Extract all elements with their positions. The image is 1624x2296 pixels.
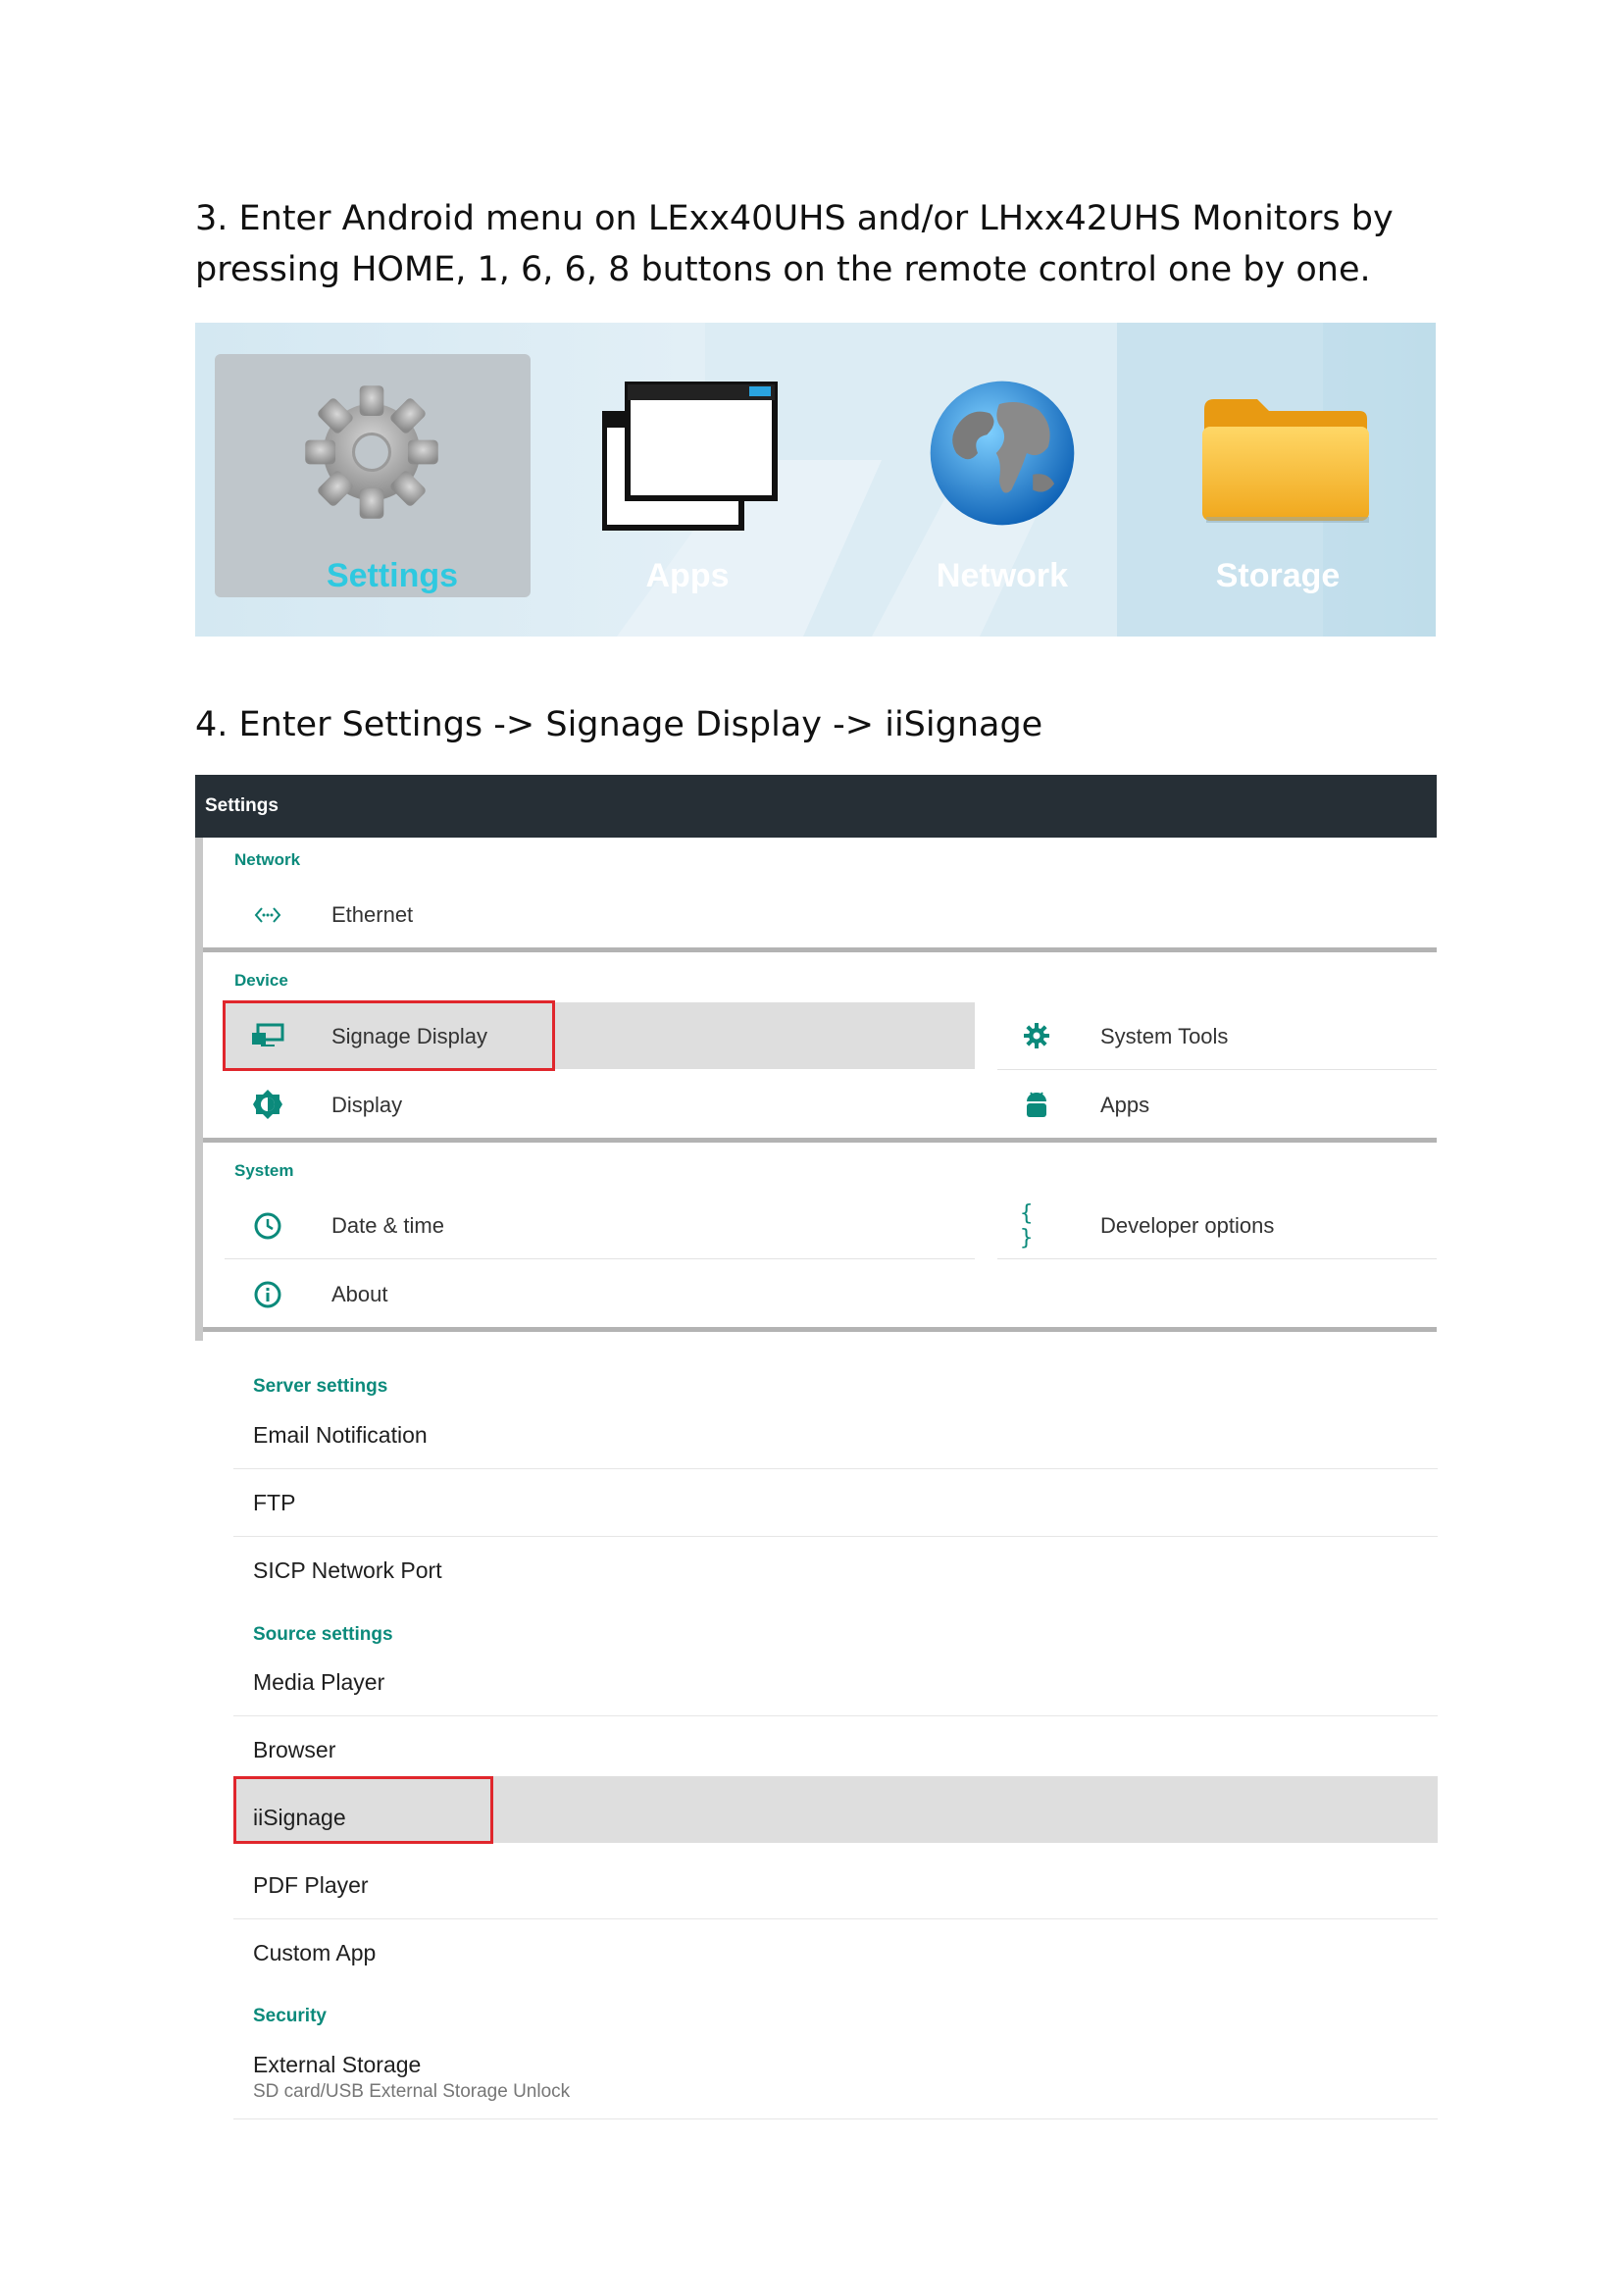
list-item-pdf-player[interactable]: PDF Player [253,1872,369,1899]
settings-item-about[interactable]: About [331,1282,388,1307]
tile-label-network: Network [936,557,1069,594]
braces-icon: { } [1020,1201,1034,1250]
settings-title: Settings [205,795,279,816]
android-icon [1020,1088,1053,1121]
settings-item-apps[interactable]: Apps [1100,1093,1149,1118]
tile-label-storage: Storage [1215,557,1341,594]
launcher-tile-settings[interactable]: Settings [195,323,531,637]
list-divider [233,1536,1438,1537]
list-item-media-player[interactable]: Media Player [253,1669,384,1696]
list-item-ftp[interactable]: FTP [253,1490,295,1516]
windows-icon [602,382,778,531]
row-divider [997,1069,1437,1070]
list-header-source-settings: Source settings [253,1624,393,1645]
ethernet-icon [251,898,284,932]
settings-item-developer-options[interactable]: Developer options [1100,1213,1274,1239]
list-header-security: Security [253,2006,327,2026]
section-shadow [203,947,1437,952]
highlight-box-signage-display [223,1000,555,1071]
launcher-tile-network[interactable]: Network [844,323,1160,637]
list-divider [233,1715,1438,1716]
clock-icon [251,1209,284,1243]
settings-item-system-tools[interactable]: System Tools [1100,1024,1228,1049]
launcher-tile-storage[interactable]: Storage [1120,323,1436,637]
step4-text: 4. Enter Settings -> Signage Display -> … [195,705,1043,744]
globe-icon [930,381,1075,526]
section-header-network: Network [234,850,301,869]
list-item-browser[interactable]: Browser [253,1737,335,1763]
step3-line1: 3. Enter Android menu on LExx40UHS and/o… [195,199,1394,238]
settings-item-date-time[interactable]: Date & time [331,1213,444,1239]
section-header-system: System [234,1161,294,1180]
highlight-box-iisignage [233,1776,493,1844]
section-shadow [203,1138,1437,1143]
launcher-tile-apps[interactable]: Apps [530,323,845,637]
list-item-custom-app[interactable]: Custom App [253,1940,376,1966]
row-divider [225,1258,975,1259]
list-header-server-settings: Server settings [253,1376,388,1397]
settings-item-display[interactable]: Display [331,1093,402,1118]
step3-line2: pressing HOME, 1, 6, 6, 8 buttons on the… [195,250,1371,289]
system-tools-gear-icon [1020,1019,1053,1052]
settings-screen: Settings Network Ethernet Device Signage… [195,775,1437,1341]
list-item-sicp-network-port[interactable]: SICP Network Port [253,1557,442,1584]
gear-icon [305,385,438,519]
list-divider [233,2118,1438,2119]
list-item-external-storage[interactable]: External Storage [253,2052,421,2078]
settings-title-bar: Settings [195,775,1437,838]
section-header-device: Device [234,971,288,990]
brightness-icon [251,1088,284,1121]
list-item-email-notification[interactable]: Email Notification [253,1422,428,1449]
folder-icon [1202,399,1369,523]
list-item-external-storage-subtitle: SD card/USB External Storage Unlock [253,2081,571,2102]
section-shadow [203,1327,1437,1332]
android-launcher-banner: Settings Apps Network Storage [195,323,1436,637]
signage-display-list: Server settings Email Notification FTP S… [233,1353,1438,2128]
info-icon [251,1278,284,1311]
tile-label-apps: Apps [645,557,730,594]
row-divider [997,1258,1437,1259]
list-divider [233,1468,1438,1469]
settings-item-ethernet[interactable]: Ethernet [331,902,413,928]
tile-label-settings: Settings [326,557,459,594]
list-divider [233,1918,1438,1919]
settings-left-edge [195,838,203,1341]
